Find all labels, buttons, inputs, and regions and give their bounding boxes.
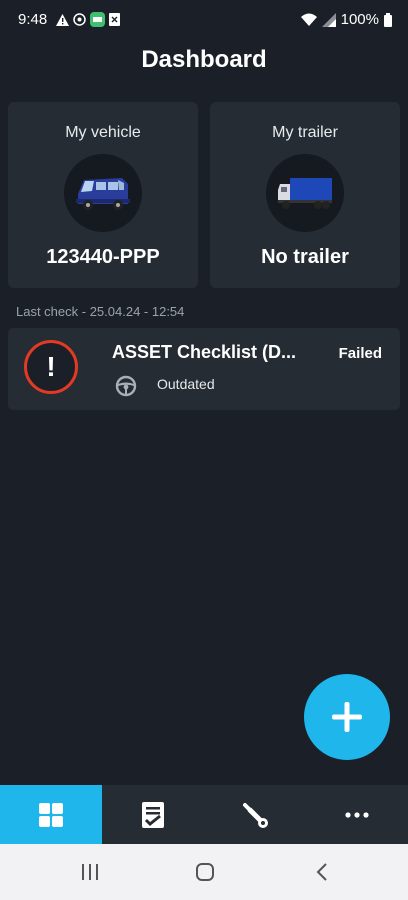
- trailer-avatar: [266, 154, 344, 232]
- nav-more[interactable]: [306, 785, 408, 844]
- battery-icon: [384, 12, 392, 27]
- status-time: 9:48: [18, 11, 48, 28]
- checklist-name: ASSET Checklist (D...: [112, 342, 297, 362]
- back-icon[interactable]: [313, 862, 333, 882]
- truck-icon: [278, 178, 332, 209]
- vehicle-plate: 123440-PPP: [46, 246, 160, 268]
- checklist-card[interactable]: ! ASSET Checklist (D... Failed Outdated: [8, 328, 400, 410]
- image-icon: [109, 13, 120, 26]
- plus-icon: [332, 702, 362, 732]
- dashboard-icon: [39, 802, 63, 827]
- vehicle-card[interactable]: My vehicle 123440-PPP: [8, 102, 198, 288]
- last-check-text: Last check - 25.04.24 - 12:54: [16, 304, 185, 319]
- battery-text: 100%: [340, 11, 379, 28]
- system-nav-bar: [0, 844, 408, 900]
- vehicle-avatar: [64, 154, 142, 232]
- add-button[interactable]: [304, 674, 390, 760]
- alert-icon: !: [24, 340, 78, 394]
- target-icon: [73, 13, 86, 26]
- exclamation-icon: !: [46, 351, 56, 382]
- more-icon: [345, 811, 369, 818]
- status-system-icons: 100%: [300, 11, 392, 28]
- trailer-value: No trailer: [261, 246, 349, 268]
- nav-checklists[interactable]: [102, 785, 204, 844]
- wrench-icon: [243, 802, 268, 828]
- recents-icon[interactable]: [80, 862, 100, 882]
- checklist-state: Outdated: [157, 376, 215, 392]
- status-bar: 9:48 100%: [0, 0, 408, 40]
- status-notification-icons: [56, 12, 120, 27]
- vehicle-card-label: My vehicle: [65, 124, 141, 141]
- bottom-nav: [0, 785, 408, 844]
- nav-dashboard[interactable]: [0, 785, 102, 844]
- app-icon: [90, 12, 105, 27]
- signal-icon: [321, 12, 336, 27]
- page-title: Dashboard: [141, 46, 267, 73]
- warning-icon: [56, 13, 69, 26]
- wifi-icon: [300, 13, 317, 26]
- trailer-card[interactable]: My trailer No trailer: [210, 102, 400, 288]
- steering-wheel-icon: [115, 375, 137, 397]
- nav-tools[interactable]: [204, 785, 306, 844]
- checklist-result: Failed: [338, 345, 382, 362]
- trailer-card-label: My trailer: [272, 124, 338, 141]
- home-icon[interactable]: [195, 862, 215, 882]
- van-icon: [76, 178, 130, 210]
- checklist-icon: [142, 801, 164, 828]
